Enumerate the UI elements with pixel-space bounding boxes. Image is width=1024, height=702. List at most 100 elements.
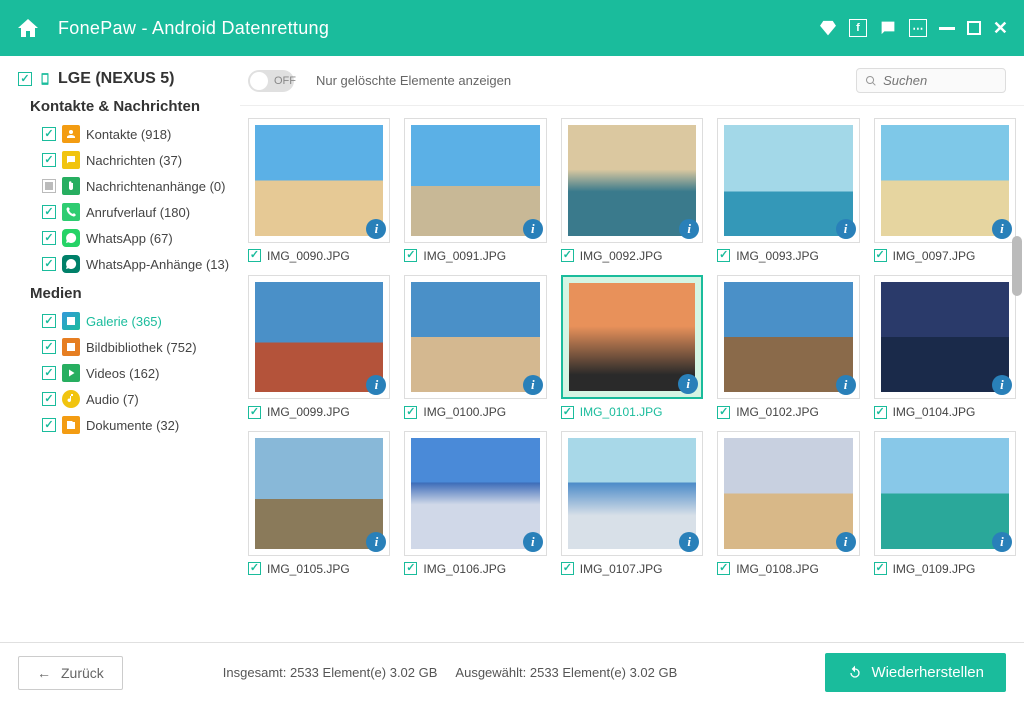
- image-checkbox[interactable]: [404, 562, 417, 575]
- image-thumbnail[interactable]: i: [561, 431, 703, 556]
- image-checkbox[interactable]: [874, 249, 887, 262]
- sidebar-item-wa[interactable]: WhatsApp (67): [18, 225, 230, 251]
- image-thumbnail[interactable]: i: [248, 275, 390, 400]
- info-icon[interactable]: i: [679, 532, 699, 552]
- image-thumbnail[interactable]: i: [874, 431, 1016, 556]
- image-thumbnail[interactable]: i: [404, 431, 546, 556]
- image-thumbnail[interactable]: i: [874, 275, 1016, 400]
- image-card[interactable]: iIMG_0106.JPG: [404, 431, 546, 576]
- sidebar-item-call[interactable]: Anrufverlauf (180): [18, 199, 230, 225]
- device-row[interactable]: LGE (NEXUS 5): [18, 70, 230, 88]
- sidebar-item-gallery[interactable]: Galerie (365): [18, 308, 230, 334]
- image-thumbnail[interactable]: i: [248, 431, 390, 556]
- diamond-icon[interactable]: [819, 19, 837, 37]
- image-checkbox[interactable]: [874, 562, 887, 575]
- image-card[interactable]: iIMG_0097.JPG: [874, 118, 1016, 263]
- info-icon[interactable]: i: [523, 532, 543, 552]
- category-checkbox[interactable]: [42, 231, 56, 245]
- sidebar-item-msg[interactable]: Nachrichten (37): [18, 147, 230, 173]
- image-card[interactable]: iIMG_0101.JPG: [561, 275, 703, 420]
- image-card[interactable]: iIMG_0090.JPG: [248, 118, 390, 263]
- image-thumbnail[interactable]: i: [561, 275, 703, 400]
- image-thumbnail[interactable]: i: [874, 118, 1016, 243]
- image-thumbnail[interactable]: i: [404, 275, 546, 400]
- image-thumbnail[interactable]: i: [248, 118, 390, 243]
- image-checkbox[interactable]: [248, 562, 261, 575]
- back-button[interactable]: ← Zurück: [18, 656, 123, 690]
- image-card[interactable]: iIMG_0091.JPG: [404, 118, 546, 263]
- info-icon[interactable]: i: [679, 219, 699, 239]
- image-card[interactable]: iIMG_0092.JPG: [561, 118, 703, 263]
- image-card[interactable]: iIMG_0100.JPG: [404, 275, 546, 420]
- sidebar-item-video[interactable]: Videos (162): [18, 360, 230, 386]
- category-checkbox[interactable]: [42, 418, 56, 432]
- device-checkbox[interactable]: [18, 72, 32, 86]
- info-icon[interactable]: i: [366, 532, 386, 552]
- image-thumbnail[interactable]: i: [404, 118, 546, 243]
- sidebar-item-waatt[interactable]: WhatsApp-Anhänge (13): [18, 251, 230, 277]
- image-card[interactable]: iIMG_0109.JPG: [874, 431, 1016, 576]
- image-card[interactable]: iIMG_0093.JPG: [717, 118, 859, 263]
- image-checkbox[interactable]: [404, 249, 417, 262]
- image-checkbox[interactable]: [561, 406, 574, 419]
- category-checkbox[interactable]: [42, 340, 56, 354]
- image-thumbnail[interactable]: i: [717, 118, 859, 243]
- image-grid: iIMG_0090.JPGiIMG_0091.JPGiIMG_0092.JPGi…: [248, 118, 1016, 576]
- home-icon[interactable]: [16, 16, 40, 40]
- image-checkbox[interactable]: [248, 249, 261, 262]
- image-checkbox[interactable]: [717, 406, 730, 419]
- category-checkbox[interactable]: [42, 257, 56, 271]
- info-icon[interactable]: i: [992, 375, 1012, 395]
- category-checkbox[interactable]: [42, 392, 56, 406]
- sidebar-item-attach[interactable]: Nachrichtenanhänge (0): [18, 173, 230, 199]
- image-thumbnail[interactable]: i: [717, 275, 859, 400]
- category-checkbox[interactable]: [42, 127, 56, 141]
- info-icon[interactable]: i: [678, 374, 698, 394]
- image-checkbox[interactable]: [561, 562, 574, 575]
- info-icon[interactable]: i: [366, 219, 386, 239]
- image-card[interactable]: iIMG_0104.JPG: [874, 275, 1016, 420]
- scrollbar[interactable]: [1012, 236, 1022, 296]
- sidebar-item-contacts[interactable]: Kontakte (918): [18, 121, 230, 147]
- category-checkbox[interactable]: [42, 205, 56, 219]
- info-icon[interactable]: i: [366, 375, 386, 395]
- info-icon[interactable]: i: [992, 532, 1012, 552]
- info-icon[interactable]: i: [992, 219, 1012, 239]
- gallery-icon: [62, 312, 80, 330]
- minimize-button[interactable]: [939, 27, 955, 30]
- image-checkbox[interactable]: [404, 406, 417, 419]
- sidebar-item-docs[interactable]: Dokumente (32): [18, 412, 230, 438]
- category-checkbox[interactable]: [42, 179, 56, 193]
- sidebar-item-lib[interactable]: Bildbibliothek (752): [18, 334, 230, 360]
- image-checkbox[interactable]: [874, 406, 887, 419]
- image-thumbnail[interactable]: i: [561, 118, 703, 243]
- info-icon[interactable]: i: [836, 532, 856, 552]
- close-button[interactable]: ✕: [993, 18, 1008, 39]
- image-checkbox[interactable]: [561, 249, 574, 262]
- sidebar-item-audio[interactable]: Audio (7): [18, 386, 230, 412]
- info-icon[interactable]: i: [836, 375, 856, 395]
- info-icon[interactable]: i: [836, 219, 856, 239]
- more-icon[interactable]: ⋯: [909, 19, 927, 37]
- image-card[interactable]: iIMG_0107.JPG: [561, 431, 703, 576]
- recover-button[interactable]: Wiederherstellen: [825, 653, 1006, 692]
- image-checkbox[interactable]: [717, 562, 730, 575]
- image-card[interactable]: iIMG_0105.JPG: [248, 431, 390, 576]
- image-card[interactable]: iIMG_0102.JPG: [717, 275, 859, 420]
- image-thumbnail[interactable]: i: [717, 431, 859, 556]
- category-checkbox[interactable]: [42, 314, 56, 328]
- info-icon[interactable]: i: [523, 375, 543, 395]
- image-card[interactable]: iIMG_0099.JPG: [248, 275, 390, 420]
- image-checkbox[interactable]: [717, 249, 730, 262]
- image-checkbox[interactable]: [248, 406, 261, 419]
- category-checkbox[interactable]: [42, 153, 56, 167]
- feedback-icon[interactable]: [879, 19, 897, 37]
- info-icon[interactable]: i: [523, 219, 543, 239]
- deleted-only-toggle[interactable]: [248, 70, 294, 92]
- search-box[interactable]: [856, 68, 1006, 93]
- category-checkbox[interactable]: [42, 366, 56, 380]
- search-input[interactable]: [883, 73, 997, 88]
- maximize-button[interactable]: [967, 21, 981, 35]
- image-card[interactable]: iIMG_0108.JPG: [717, 431, 859, 576]
- facebook-icon[interactable]: f: [849, 19, 867, 37]
